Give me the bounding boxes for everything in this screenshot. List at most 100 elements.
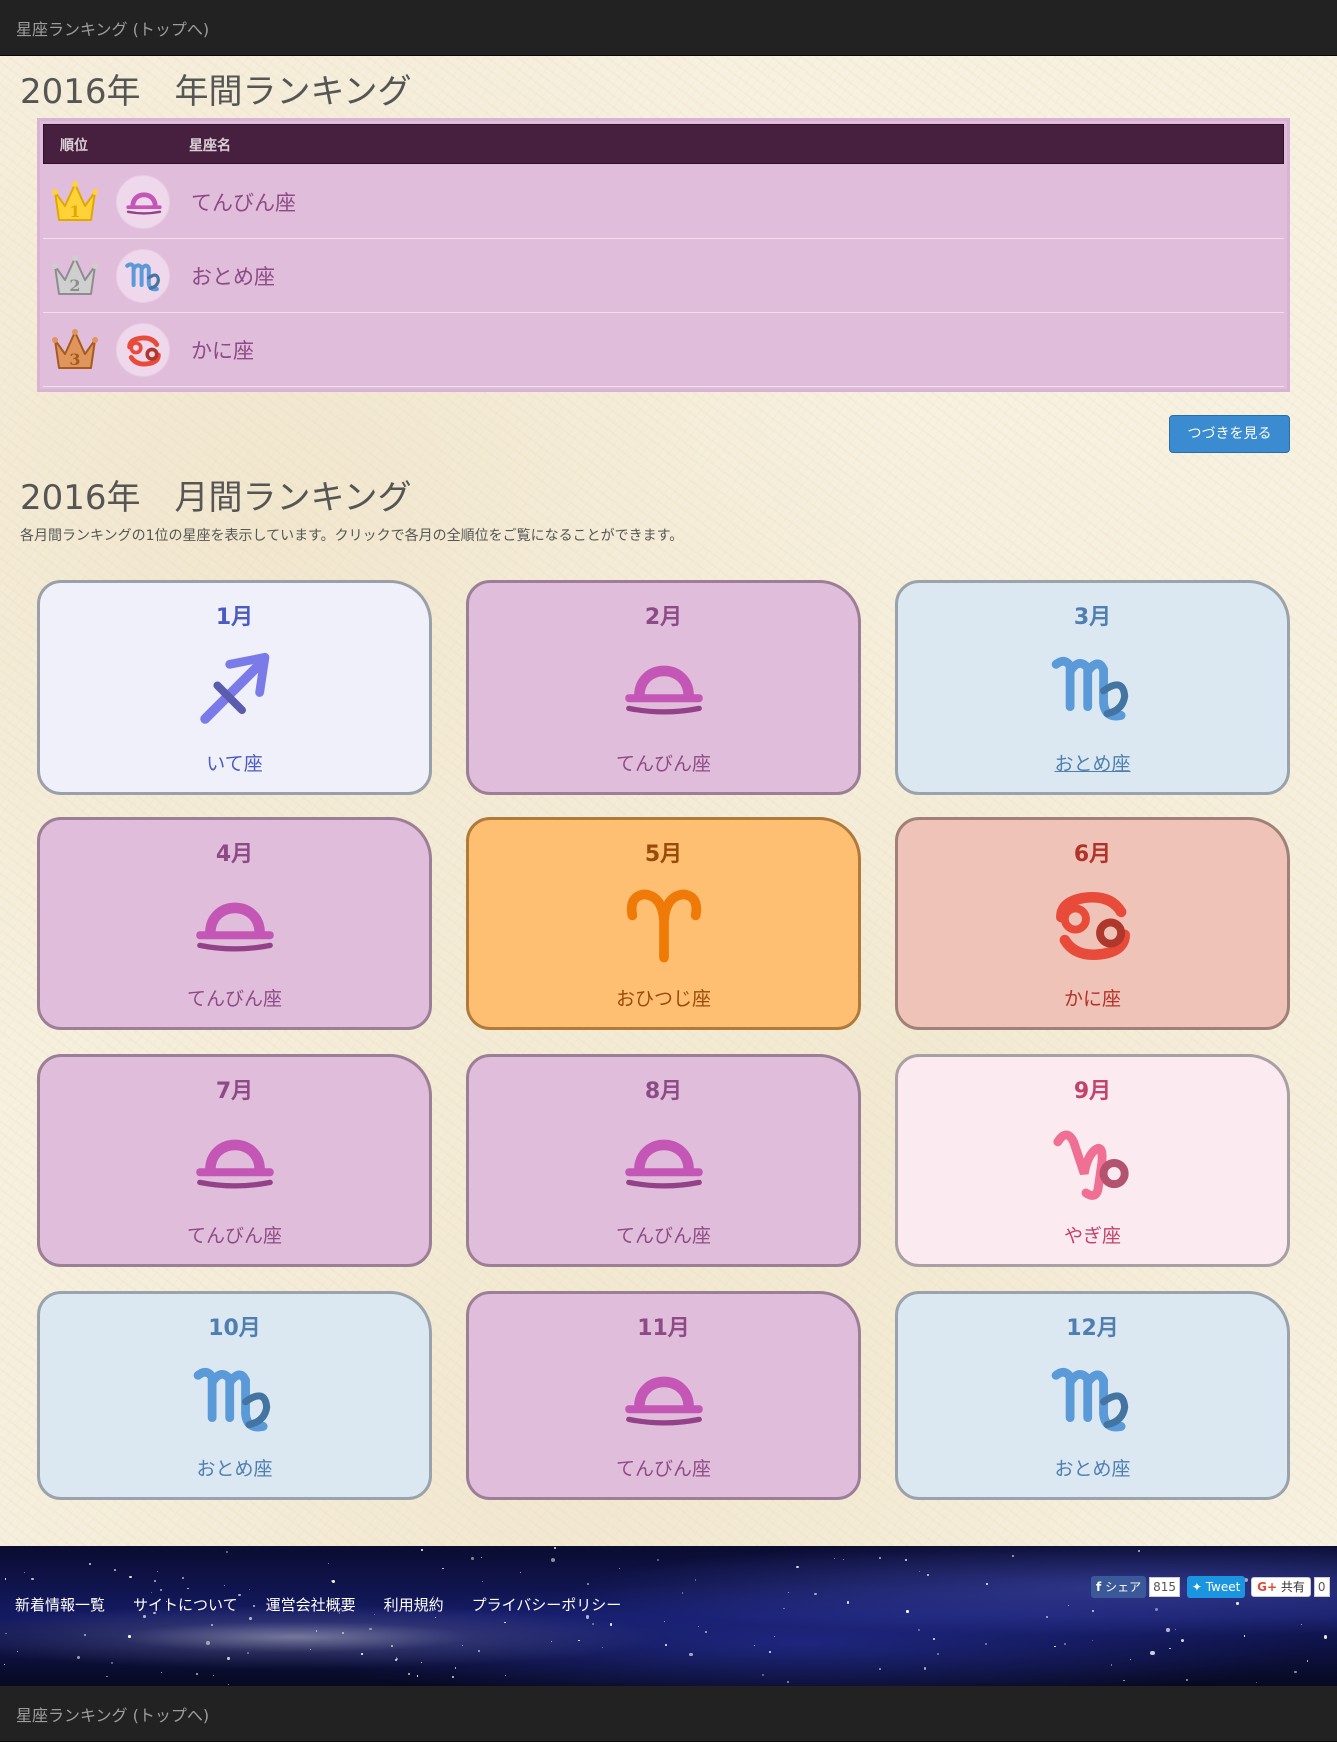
month-card[interactable]: 10月 おとめ座 (37, 1291, 432, 1500)
star-decoration (84, 1634, 87, 1637)
month-card[interactable]: 5月 おひつじ座 (466, 817, 861, 1030)
star-decoration (129, 1575, 132, 1579)
star-decoration (923, 1667, 927, 1670)
month-card[interactable]: 9月 やぎ座 (895, 1054, 1290, 1267)
star-decoration (441, 1567, 444, 1570)
star-decoration (1306, 1660, 1309, 1662)
star-decoration (834, 1558, 836, 1560)
facebook-share-label: シェア (1105, 1580, 1142, 1594)
sign-name-link[interactable]: おとめ座 (191, 261, 275, 291)
star-decoration (753, 1644, 755, 1646)
footer-link[interactable]: 運営会社概要 (266, 1596, 356, 1614)
star-decoration (1255, 1681, 1257, 1683)
star-decoration (585, 1615, 590, 1619)
star-decoration (181, 1577, 184, 1580)
star-decoration (985, 1583, 988, 1586)
star-decoration (461, 1644, 463, 1646)
month-label: 6月 (1073, 842, 1112, 867)
star-decoration (1064, 1642, 1067, 1646)
crown-icon: 3 (51, 328, 99, 372)
star-decoration (937, 1653, 939, 1655)
star-decoration (656, 1559, 659, 1562)
month-label: 10月 (208, 1316, 261, 1341)
star-decoration (1091, 1639, 1094, 1641)
brand-link-bottom[interactable]: 星座ランキング (トップへ) (16, 1702, 209, 1726)
rank-number: 2 (69, 276, 80, 295)
star-decoration (1243, 1635, 1246, 1637)
star-decoration (618, 1567, 620, 1569)
month-card[interactable]: 1月 いて座 (37, 580, 432, 795)
month-label: 7月 (215, 1079, 254, 1104)
star-decoration (504, 1621, 506, 1624)
virgo-icon (1043, 645, 1143, 733)
star-decoration (435, 1616, 437, 1618)
star-decoration (471, 1557, 475, 1561)
star-decoration (421, 1549, 423, 1551)
facebook-share-count: 815 (1149, 1577, 1180, 1597)
star-decoration (4, 1577, 7, 1580)
star-decoration (554, 1547, 557, 1549)
star-decoration (783, 1607, 785, 1610)
star-decoration (842, 1558, 845, 1561)
star-decoration (762, 1673, 765, 1677)
star-decoration (878, 1556, 882, 1559)
month-card[interactable]: 6月 かに座 (895, 817, 1290, 1030)
star-decoration (689, 1652, 693, 1657)
month-card[interactable]: 7月 てんびん座 (37, 1054, 432, 1267)
month-card[interactable]: 4月 てんびん座 (37, 817, 432, 1030)
month-card[interactable]: 3月 おとめ座 (895, 580, 1290, 795)
star-decoration (160, 1589, 163, 1592)
star-decoration (480, 1556, 482, 1559)
star-decoration (609, 1623, 613, 1626)
star-decoration (1180, 1639, 1184, 1643)
star-decoration (1169, 1647, 1171, 1650)
star-decoration (361, 1653, 363, 1655)
star-decoration (1137, 1550, 1140, 1553)
sign-name-link[interactable]: てんびん座 (191, 187, 296, 217)
star-decoration (17, 1650, 19, 1652)
star-decoration (520, 1571, 522, 1573)
star-decoration (697, 1625, 700, 1628)
month-card[interactable]: 2月 てんびん座 (466, 580, 861, 795)
libra-icon (116, 175, 170, 229)
star-decoration (477, 1649, 480, 1652)
libra-icon (614, 1119, 714, 1207)
star-decoration (451, 1676, 454, 1679)
star-decoration (212, 1674, 215, 1677)
star-decoration (1012, 1555, 1014, 1557)
footer-link[interactable]: 利用規約 (384, 1596, 444, 1614)
month-card[interactable]: 8月 てんびん座 (466, 1054, 861, 1267)
month-label: 1月 (215, 605, 254, 630)
month-label: 12月 (1066, 1316, 1119, 1341)
month-card[interactable]: 11月 てんびん座 (466, 1291, 861, 1500)
footer: 新着情報一覧 サイトについて 運営会社概要 利用規約 プライバシーポリシー f シェア … (0, 1546, 1337, 1686)
footer-link[interactable]: 新着情報一覧 (15, 1596, 105, 1614)
star-decoration (796, 1566, 799, 1569)
crown-icon: 1 (51, 180, 99, 224)
facebook-share-button[interactable]: f シェア (1091, 1576, 1147, 1598)
share-bar: f シェア 815 ✦ Tweet G+ 共有 0 (1091, 1576, 1330, 1598)
star-decoration (408, 1673, 411, 1676)
table-row: 1 てんびん座 (43, 165, 1284, 239)
table-row: 3 かに座 (43, 313, 1284, 387)
star-decoration (225, 1551, 228, 1554)
star-decoration (1236, 1602, 1239, 1605)
footer-link[interactable]: サイトについて (133, 1596, 238, 1614)
month-label: 8月 (644, 1079, 683, 1104)
capricorn-icon (1043, 1119, 1143, 1207)
google-share-button[interactable]: G+ 共有 (1251, 1577, 1311, 1597)
star-decoration (926, 1574, 929, 1577)
brand-link[interactable]: 星座ランキング (トップへ) (16, 16, 209, 40)
footer-link[interactable]: プライバシーポリシー (472, 1596, 622, 1614)
rank-number: 1 (69, 202, 80, 221)
star-decoration (128, 1635, 131, 1638)
star-decoration (154, 1580, 157, 1582)
star-decoration (1123, 1679, 1126, 1682)
sign-name-link[interactable]: かに座 (191, 335, 254, 365)
sign-name: いて座 (206, 753, 263, 775)
star-decoration (390, 1644, 394, 1647)
star-decoration (1166, 1628, 1170, 1632)
see-more-button[interactable]: つづきを見る (1169, 415, 1290, 453)
month-card[interactable]: 12月 おとめ座 (895, 1291, 1290, 1500)
tweet-button[interactable]: ✦ Tweet (1186, 1576, 1246, 1598)
